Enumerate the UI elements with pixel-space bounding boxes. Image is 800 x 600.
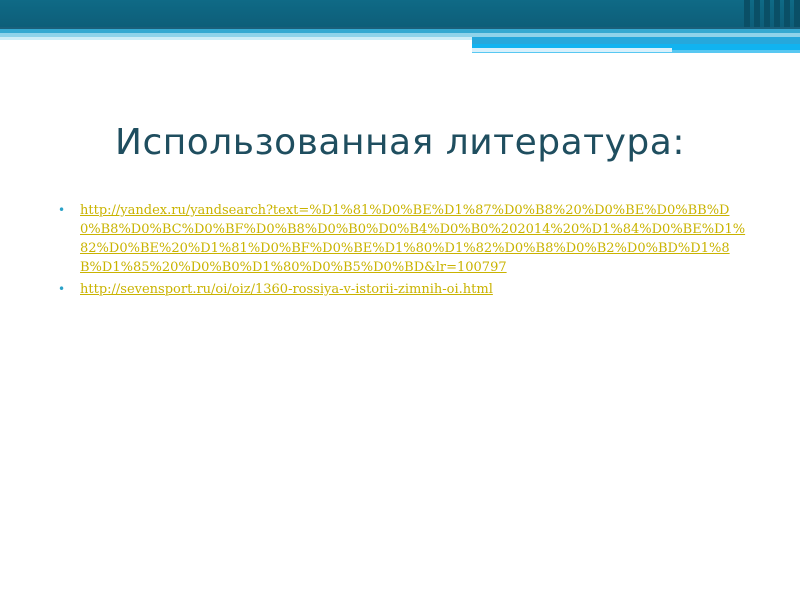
header-accent-bar	[472, 37, 800, 44]
reference-link[interactable]: http://yandex.ru/yandsearch?text=%D1%81%…	[80, 203, 745, 275]
list-item: • http://yandex.ru/yandsearch?text=%D1%8…	[58, 201, 748, 277]
slide: Использованная литература: • http://yand…	[0, 0, 800, 600]
bullet-icon: •	[58, 282, 66, 296]
header-stripes	[730, 0, 800, 27]
bullet-list: • http://yandex.ru/yandsearch?text=%D1%8…	[58, 201, 748, 302]
header-accent-strip	[472, 48, 672, 52]
slide-title: Использованная литература:	[115, 122, 685, 163]
header-band-dark	[0, 0, 800, 27]
bullet-icon: •	[58, 203, 66, 217]
list-item: • http://sevensport.ru/oi/oiz/1360-rossi…	[58, 280, 748, 299]
reference-link[interactable]: http://sevensport.ru/oi/oiz/1360-rossiya…	[80, 282, 493, 297]
